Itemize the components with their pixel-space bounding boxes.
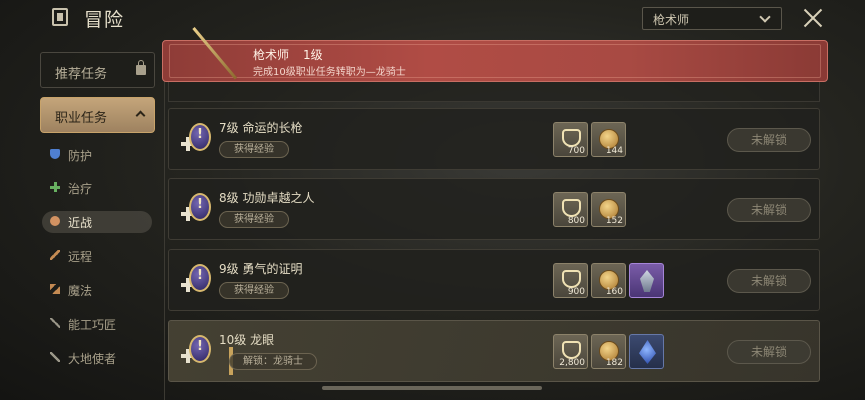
sidebar-item-label: 治疗 [68,182,93,196]
reward-count: 152 [605,216,623,226]
exp-crystal-icon [562,341,581,359]
sidebar-item-label: 魔法 [68,284,93,298]
heal-cross-icon [50,182,60,192]
quest-name: 7级 命运的长枪 [219,121,303,135]
banner-job-level: 1级 [303,48,323,62]
chevron-up-icon [135,110,146,121]
reward-gil[interactable]: 160 [591,263,626,298]
locked-button[interactable]: 未解锁 [727,269,811,293]
magic-icon [50,284,60,294]
sidebar-item-job-quests[interactable]: 职业任务 [40,97,155,133]
quest-row[interactable]: ! 8级 功勋卓越之人 获得经验 800 152 未解锁 [168,178,820,240]
reward-count: 182 [605,358,623,368]
sidebar-item-crafter[interactable]: 能工巧匠 [42,313,152,335]
quest-name: 9级 勇气的证明 [219,262,303,276]
reward-gil[interactable]: 144 [591,122,626,157]
job-quest-icon: ! [181,193,211,225]
locked-button[interactable]: 未解锁 [727,198,811,222]
reward-gil[interactable]: 182 [591,334,626,369]
reward-exp[interactable]: 2,800 [553,334,588,369]
quest-name: 8级 功勋卓越之人 [219,191,315,205]
exp-crystal-icon [562,129,581,147]
job-quest-icon: ! [181,123,211,155]
quest-row[interactable]: ! 7级 命运的长枪 获得经验 700 144 未解锁 [168,108,820,170]
quest-name: 10级 龙眼 [219,333,275,347]
locked-button[interactable]: 未解锁 [727,128,811,152]
sidebar-item-label: 职业任务 [55,111,108,126]
adventure-book-icon [52,8,68,26]
sidebar-item-gatherer[interactable]: 大地使者 [42,347,152,369]
sidebar-item-heal[interactable]: 治疗 [42,177,152,199]
sidebar-item-label: 近战 [68,216,93,230]
exp-tag: 获得经验 [219,141,289,158]
reward-gil[interactable]: 152 [591,192,626,227]
top-bar: 冒险 枪术师 [0,0,865,36]
exp-crystal-icon [562,270,581,288]
sidebar-item-label: 大地使者 [68,352,117,366]
crystal-item-icon [639,340,656,364]
quest-row[interactable]: ! 10级 龙眼 解锁：龙骑士 2,800 182 未解锁 [168,320,820,382]
reward-exp[interactable]: 700 [553,122,588,157]
chevron-down-icon [759,11,771,23]
sidebar-item-label: 推荐任务 [55,67,108,82]
banner-job-name: 枪术师 [253,48,290,62]
reward-count: 700 [567,146,585,156]
sidebar-item-label: 远程 [68,250,93,264]
reward-item[interactable] [629,263,664,298]
sidebar-item-recommended[interactable]: 推荐任务 [40,52,155,88]
sidebar-item-magic[interactable]: 魔法 [42,279,152,301]
crafter-icon [50,318,60,328]
job-quest-icon: ! [181,264,211,296]
exp-tag: 获得经验 [219,282,289,299]
quest-row[interactable]: ! 9级 勇气的证明 获得经验 900 160 未解锁 [168,249,820,311]
melee-icon [50,216,60,226]
class-select-value: 枪术师 [653,13,690,27]
reward-count: 2,800 [559,358,585,368]
reward-item[interactable] [629,334,664,369]
shield-icon [50,149,60,159]
exp-tag: 获得经验 [219,211,289,228]
exp-crystal-icon [562,199,581,217]
scrollbar[interactable] [322,386,542,390]
unlock-tag: 解锁：龙骑士 [229,353,317,370]
sidebar-item-ranged[interactable]: 远程 [42,245,152,267]
class-select-dropdown[interactable]: 枪术师 [642,7,782,30]
job-quest-icon: ! [181,335,211,367]
reward-exp[interactable]: 900 [553,263,588,298]
sidebar-item-label: 防护 [68,149,93,163]
list-item-partial [168,82,820,102]
reward-exp[interactable]: 800 [553,192,588,227]
locked-button[interactable]: 未解锁 [727,340,811,364]
banner-subtitle: 完成10级职业任务转职为—龙骑士 [253,67,406,78]
sidebar: 推荐任务 职业任务 防护 治疗 近战 远程 魔法 能工巧匠 大地使者 [30,40,165,400]
sidebar-item-label: 能工巧匠 [68,318,117,332]
lock-icon [136,60,146,75]
gatherer-icon [50,352,60,362]
reward-count: 160 [605,287,623,297]
sidebar-item-defense[interactable]: 防护 [42,144,152,166]
page-title: 冒险 [84,9,125,31]
reward-count: 144 [605,146,623,156]
reward-count: 900 [567,287,585,297]
close-icon[interactable] [800,5,826,31]
sidebar-item-melee[interactable]: 近战 [42,211,152,233]
reward-count: 800 [567,216,585,226]
armor-item-icon [640,270,654,292]
job-banner: 枪术师 1级 完成10级职业任务转职为—龙骑士 [162,40,828,82]
ranged-icon [50,250,60,260]
